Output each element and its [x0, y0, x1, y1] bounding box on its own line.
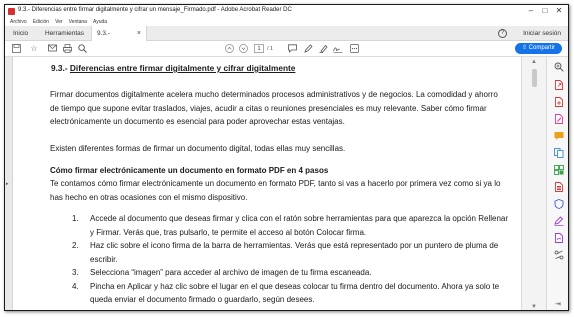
menu-bar: Archivo Edición Ver Ventana Ayuda: [5, 18, 568, 26]
list-item-number: 4.: [72, 281, 79, 291]
acrobat-window: 9.3.- Diferencias entre firmar digitalme…: [4, 4, 569, 311]
window-controls: – □ ✕: [524, 6, 566, 16]
menu-ver[interactable]: Ver: [55, 18, 63, 26]
send-for-signature-icon[interactable]: [554, 233, 564, 243]
list-item: 4. Pincha en Aplicar y haz clic sobre el …: [50, 280, 510, 307]
create-pdf-icon[interactable]: [554, 97, 564, 107]
scroll-up-icon[interactable]: ▲: [531, 59, 537, 65]
page-total: / 1: [267, 46, 274, 52]
pen-icon[interactable]: [303, 44, 313, 54]
share-button-label: Compartir: [528, 45, 556, 51]
export-pdf-icon[interactable]: [554, 80, 564, 90]
menu-edicion[interactable]: Edición: [33, 18, 49, 26]
pdf-page: 9.3.- Diferencias entre firmar digitalme…: [13, 57, 521, 310]
close-button[interactable]: ✕: [552, 6, 566, 16]
comment-tool-icon[interactable]: [554, 131, 564, 141]
list-item-number: 1.: [72, 214, 79, 223]
menu-ventana[interactable]: Ventana: [69, 18, 87, 26]
collapse-panel-icon[interactable]: ⇥: [555, 300, 561, 308]
minimize-button[interactable]: –: [524, 6, 538, 16]
combine-files-icon[interactable]: [554, 148, 564, 158]
help-icon[interactable]: ?: [498, 29, 507, 38]
signin-link[interactable]: Iniciar sesión: [523, 26, 561, 41]
list-item: 1. Accede al documento que deseas firmar …: [50, 212, 510, 239]
email-icon[interactable]: [47, 44, 57, 54]
star-icon[interactable]: ☆: [29, 44, 39, 54]
fill-sign-icon[interactable]: [554, 216, 564, 226]
list-item-number: 3.: [72, 268, 79, 277]
window-title: 9.3.- Diferencias entre firmar digitalme…: [18, 7, 292, 13]
paragraph-2: Existen diferentes formas de firmar un d…: [50, 144, 346, 153]
highlight-icon[interactable]: [318, 44, 328, 54]
paragraph-3: Te contamos cómo firmar electrónicamente…: [50, 179, 501, 202]
menu-archivo[interactable]: Archivo: [10, 18, 27, 26]
acrobat-app-icon: [8, 8, 15, 15]
page-number-input[interactable]: 1: [254, 44, 264, 53]
heading-number: 9.3.-: [51, 63, 70, 73]
vertical-scrollbar[interactable]: ▲ ▼: [521, 57, 546, 310]
share-button[interactable]: ⇧ Compartir: [515, 43, 562, 54]
search-icon[interactable]: [77, 44, 87, 54]
protect-icon[interactable]: [554, 199, 564, 209]
steps-list: 1. Accede al documento que deseas firmar …: [50, 212, 510, 307]
organize-pages-icon[interactable]: [554, 165, 564, 175]
document-view[interactable]: 9.3.- Diferencias entre firmar digitalme…: [13, 57, 521, 310]
list-item: 3. Selecciona “imagen” para acceder al ar…: [50, 266, 510, 280]
document-heading: 9.3.- Diferencias entre firmar digitalme…: [51, 62, 295, 76]
left-panel-toggle[interactable]: ▸: [5, 57, 13, 310]
scroll-down-icon[interactable]: ▼: [531, 304, 537, 310]
sign-icon[interactable]: [333, 44, 343, 54]
tab-bar: Inicio Herramientas 9.3.- Diferencias en…: [5, 26, 568, 67]
tab-home[interactable]: Inicio: [8, 26, 33, 41]
tab-tools[interactable]: Herramientas: [40, 26, 89, 41]
list-item-text: Pincha en Aplicar y haz clic sobre el lu…: [90, 281, 500, 305]
menu-ayuda[interactable]: Ayuda: [93, 18, 107, 26]
comment-icon[interactable]: [287, 44, 297, 54]
paragraph-1: Firmar documentos digitalmente acelera m…: [50, 90, 498, 126]
title-bar: 9.3.- Diferencias entre firmar digitalme…: [5, 5, 568, 18]
tab-document[interactable]: 9.3.- Diferencias en... ×: [91, 26, 147, 67]
prev-page-icon[interactable]: [224, 44, 234, 54]
toolbar: ☆ 1 / 1 ⇧ Compartir: [5, 41, 568, 57]
more-icon[interactable]: [349, 44, 359, 54]
redact-icon[interactable]: [554, 182, 564, 192]
list-item: 2. Haz clic sobre el icono firma de la ba…: [50, 239, 510, 266]
heading-text: Diferencias entre firmar digitalmente y …: [69, 63, 296, 73]
expand-left-panel-icon: ▸: [6, 181, 9, 187]
tab-close-icon[interactable]: ×: [137, 26, 141, 41]
list-item-text: Selecciona “imagen” para acceder al arch…: [90, 268, 372, 277]
list-item-number: 2.: [72, 241, 79, 250]
next-page-icon[interactable]: [238, 44, 248, 54]
more-tools-icon[interactable]: [554, 250, 564, 260]
maximize-button[interactable]: □: [538, 6, 552, 16]
edit-pdf-icon[interactable]: [554, 114, 564, 124]
save-icon[interactable]: [11, 44, 21, 54]
share-icon: ⇧: [521, 45, 529, 51]
tools-panel: ⇥: [546, 57, 568, 310]
zoom-icon[interactable]: [554, 62, 564, 72]
list-item-text: Accede al documento que deseas firmar y …: [90, 214, 509, 237]
scroll-thumb[interactable]: [532, 69, 537, 87]
subheading: Cómo firmar electrónicamente un document…: [50, 166, 329, 175]
print-icon[interactable]: [62, 44, 72, 54]
list-item-text: Haz clic sobre el icono firma de la barr…: [90, 241, 499, 264]
